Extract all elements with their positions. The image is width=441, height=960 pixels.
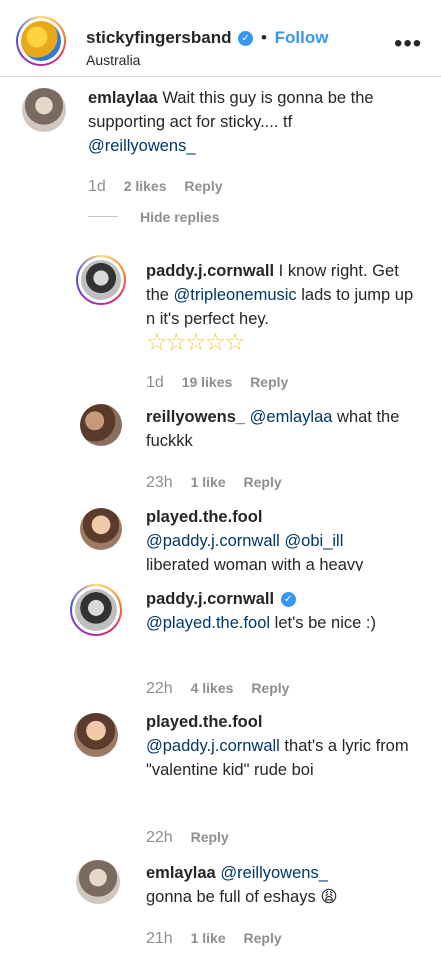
comment-username[interactable]: paddy.j.cornwall [146,590,274,608]
mention-link[interactable]: @paddy.j.cornwall [146,737,280,755]
comment-meta: 22h Reply [146,829,243,847]
mention-link[interactable]: @emlaylaa [250,408,333,426]
reply-button[interactable]: Reply [250,374,288,390]
weary-face-emoji-icon: 😩 [320,888,338,906]
comment-body: gonna be full of eshays [146,888,316,906]
avatar[interactable] [81,260,121,300]
mention-link[interactable]: @paddy.j.cornwall [146,532,280,550]
comment-time[interactable]: 22h [146,829,173,846]
comment-username[interactable]: paddy.j.cornwall [146,262,274,280]
mention-link[interactable]: @reillyowens_ [220,864,328,882]
reply-button[interactable]: Reply [251,680,289,696]
hide-replies-button[interactable]: Hide replies [140,209,233,225]
hide-replies-label: Hide replies [140,209,220,225]
more-options-icon[interactable]: ••• [394,30,422,58]
comment-meta: 22h 4 likes Reply [146,680,303,698]
avatar[interactable] [21,21,61,61]
mention-link[interactable]: @obi_ill [284,532,343,550]
comment-likes[interactable]: 4 likes [191,680,234,696]
comment-username[interactable]: reillyowens_ [146,408,245,426]
story-ring[interactable] [76,255,126,305]
story-ring[interactable] [16,16,66,66]
comment-meta: 21h 1 like Reply [146,930,296,948]
comment-likes[interactable]: 1 like [191,474,226,490]
comment-time[interactable]: 23h [146,474,173,491]
post-header: stickyfingersband ✓ • Follow Australia •… [0,0,441,77]
reply-button[interactable]: Reply [244,474,282,490]
star-emoji-icon: ☆☆☆☆☆ [146,329,246,356]
comment-text: emlaylaa @reillyowens_ gonna be full of … [146,861,421,909]
reply-button[interactable]: Reply [184,178,222,194]
comment-username[interactable]: played.the.fool [146,508,262,526]
comment-username[interactable]: emlaylaa [88,89,158,107]
comment-meta: 1d 19 likes Reply [146,374,302,392]
comment-text: played.the.fool @paddy.j.cornwall that's… [146,710,421,782]
follow-button[interactable]: Follow [275,28,329,47]
verified-icon: ✓ [238,31,254,47]
avatar[interactable] [74,713,118,757]
reply-button[interactable]: Reply [191,829,229,845]
avatar[interactable] [80,404,122,446]
header-username[interactable]: stickyfingersband [86,28,232,47]
separator-dot: • [260,28,267,47]
comment-username[interactable]: emlaylaa [146,864,216,882]
comment-likes[interactable]: 2 likes [124,178,167,194]
comment-likes[interactable]: 19 likes [182,374,233,390]
reply-button[interactable]: Reply [244,930,282,946]
avatar[interactable] [75,589,117,631]
comment-meta: 23h 1 like Reply [146,474,296,492]
comment-text: paddy.j.cornwall I know right. Get the @… [146,259,421,357]
header-title-row: stickyfingersband ✓ • Follow [86,28,328,48]
comment-text: paddy.j.cornwall ✓ @played.the.fool let'… [146,587,421,635]
comment-text: played.the.fool @paddy.j.cornwall @obi_i… [146,505,421,571]
comment-time[interactable]: 21h [146,930,173,947]
comment-body: liberated woman with a heavy [146,556,364,571]
mention-link[interactable]: @tripleonemusic [174,286,297,304]
comment-likes[interactable]: 1 like [191,930,226,946]
avatar[interactable] [76,860,120,904]
comment-meta: 1d 2 likes Reply [88,178,237,196]
comment-time[interactable]: 22h [146,680,173,697]
comment-time[interactable]: 1d [146,374,164,391]
verified-icon: ✓ [280,592,296,608]
comment-time[interactable]: 1d [88,178,106,195]
comment-body: let's be nice :) [270,614,376,632]
comment-username[interactable]: played.the.fool [146,713,262,731]
comment-text: emlaylaa Wait this guy is gonna be the s… [88,86,418,158]
avatar[interactable] [80,508,122,550]
divider [88,216,118,217]
mention-link[interactable]: @played.the.fool [146,614,270,632]
story-ring[interactable] [70,584,122,636]
avatar[interactable] [22,88,66,132]
mention-link[interactable]: @reillyowens_ [88,137,196,155]
header-location[interactable]: Australia [86,52,140,68]
comment-text: reillyowens_ @emlaylaa what the fuckkk [146,405,421,453]
